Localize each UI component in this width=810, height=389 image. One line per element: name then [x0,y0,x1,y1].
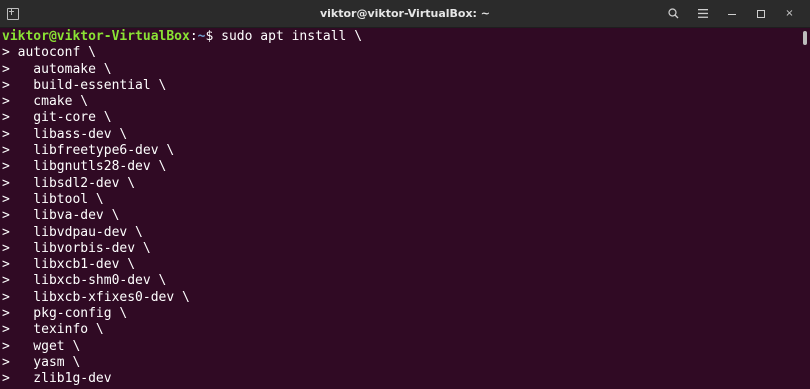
terminal-line: > libxcb1-dev \ [2,257,136,273]
maximize-icon [756,9,765,18]
terminal-line: > git-core \ [2,110,112,126]
terminal-line: > pkg-config \ [2,306,128,322]
maximize-button[interactable] [746,0,775,27]
terminal-line: > zlib1g-dev [2,371,112,387]
menu-button[interactable] [688,0,717,27]
terminal-line: > wget \ [2,338,81,354]
terminal-line: > build-essential \ [2,77,167,93]
prompt-user-host: viktor@viktor-VirtualBox [2,29,190,44]
terminal-line: > libvdpau-dev \ [2,224,143,240]
prompt-command: sudo apt install \ [213,29,363,44]
close-button[interactable]: × [775,0,804,27]
terminal-line: > libxcb-xfixes0-dev \ [2,289,190,305]
terminal-line: > texinfo \ [2,322,104,338]
terminal-line: > autoconf \ [2,45,96,61]
terminal-window: viktor@viktor-VirtualBox: ~ × viktor@vik… [0,0,810,389]
search-button[interactable] [659,0,688,27]
menu-icon [697,9,708,18]
terminal-line: > libtool \ [2,191,104,207]
terminal-line: > libass-dev \ [2,126,128,142]
terminal-line: > libsdl2-dev \ [2,175,136,191]
scrollbar-thumb[interactable] [803,31,807,45]
search-icon [668,8,679,19]
minimize-icon [727,14,736,15]
terminal-line: > libva-dev \ [2,208,120,224]
terminal-line: > libxcb-shm0-dev \ [2,273,167,289]
terminal-line: > yasm \ [2,354,81,370]
minimize-button[interactable] [717,0,746,27]
close-icon: × [785,8,794,19]
terminal-output[interactable]: viktor@viktor-VirtualBox:~$ sudo apt ins… [0,28,800,389]
prompt-separator: : [189,29,198,44]
terminal-line: > automake \ [2,61,112,77]
terminal-line: > libvorbis-dev \ [2,240,151,256]
prompt-path: ~ [197,29,206,44]
prompt-line: viktor@viktor-VirtualBox:~$ sudo apt ins… [2,29,800,45]
output-lines: > autoconf \ > automake \ > build-essentia… [2,45,800,387]
terminal-line: > cmake \ [2,94,89,110]
scrollbar[interactable] [800,28,810,389]
terminal-line: > libfreetype6-dev \ [2,143,175,159]
title-bar[interactable]: viktor@viktor-VirtualBox: ~ × [0,0,810,28]
terminal-line: > libgnutls28-dev \ [2,159,167,175]
